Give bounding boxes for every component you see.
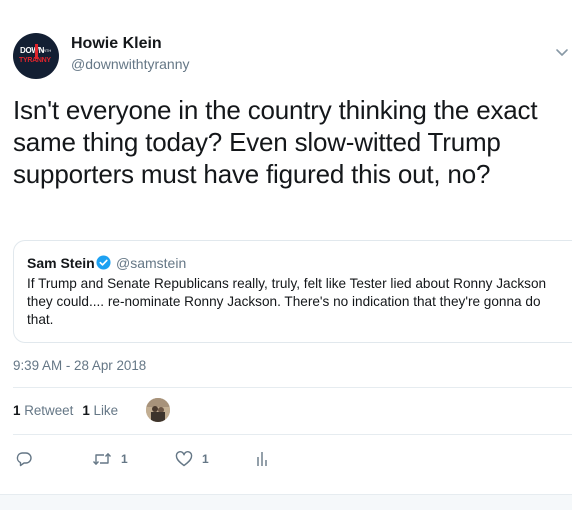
- like-count: 1: [202, 452, 209, 466]
- retweet-button[interactable]: 1: [92, 448, 128, 470]
- author-avatar[interactable]: DOWN WITH TYRANNY: [13, 33, 59, 79]
- likes-count: 1: [82, 403, 90, 418]
- reply-button[interactable]: [16, 448, 32, 470]
- tweet: DOWN WITH TYRANNY Howie Klein @downwitht…: [0, 0, 572, 494]
- liker-avatar[interactable]: [146, 398, 170, 422]
- author-display-name[interactable]: Howie Klein: [71, 35, 162, 53]
- analytics-button[interactable]: [256, 448, 270, 470]
- divider: [13, 387, 572, 388]
- analytics-icon: [257, 452, 267, 466]
- tweet-timestamp[interactable]: 9:39 AM - 28 Apr 2018: [13, 358, 146, 373]
- retweet-icon: [92, 453, 112, 465]
- quoted-handle: @samstein: [116, 255, 187, 271]
- tweet-text: Isn't everyone in the country thinking t…: [13, 95, 538, 189]
- tweet-stats: 1 Retweet 1 Like: [13, 403, 118, 418]
- verified-badge-icon: [96, 255, 111, 270]
- avatar-logo-text-small: WITH: [41, 48, 52, 53]
- like-button[interactable]: 1: [175, 448, 209, 470]
- quoted-display-name: Sam Stein: [27, 255, 95, 271]
- avatar-logo-text-bottom: TYRANNY: [19, 57, 51, 64]
- tweet-actions: 1 1: [13, 448, 553, 470]
- reply-icon: [16, 452, 32, 467]
- chevron-down-icon[interactable]: [555, 45, 569, 59]
- author-handle[interactable]: @downwithtyranny: [71, 56, 190, 72]
- retweet-count: 1: [121, 452, 128, 466]
- heart-icon: [175, 451, 193, 467]
- likes-stat[interactable]: 1 Like: [82, 403, 118, 418]
- liker-photo-icon: [146, 398, 170, 422]
- retweets-stat[interactable]: 1 Retweet: [13, 403, 73, 418]
- page-footer: [0, 494, 572, 510]
- quoted-text: If Trump and Senate Republicans really, …: [27, 276, 547, 327]
- retweets-label: Retweet: [24, 403, 74, 418]
- divider: [13, 434, 572, 435]
- retweets-count: 1: [13, 403, 21, 418]
- likes-label: Like: [93, 403, 119, 418]
- quoted-tweet[interactable]: Sam Stein @samstein If Trump and Senate …: [13, 240, 572, 343]
